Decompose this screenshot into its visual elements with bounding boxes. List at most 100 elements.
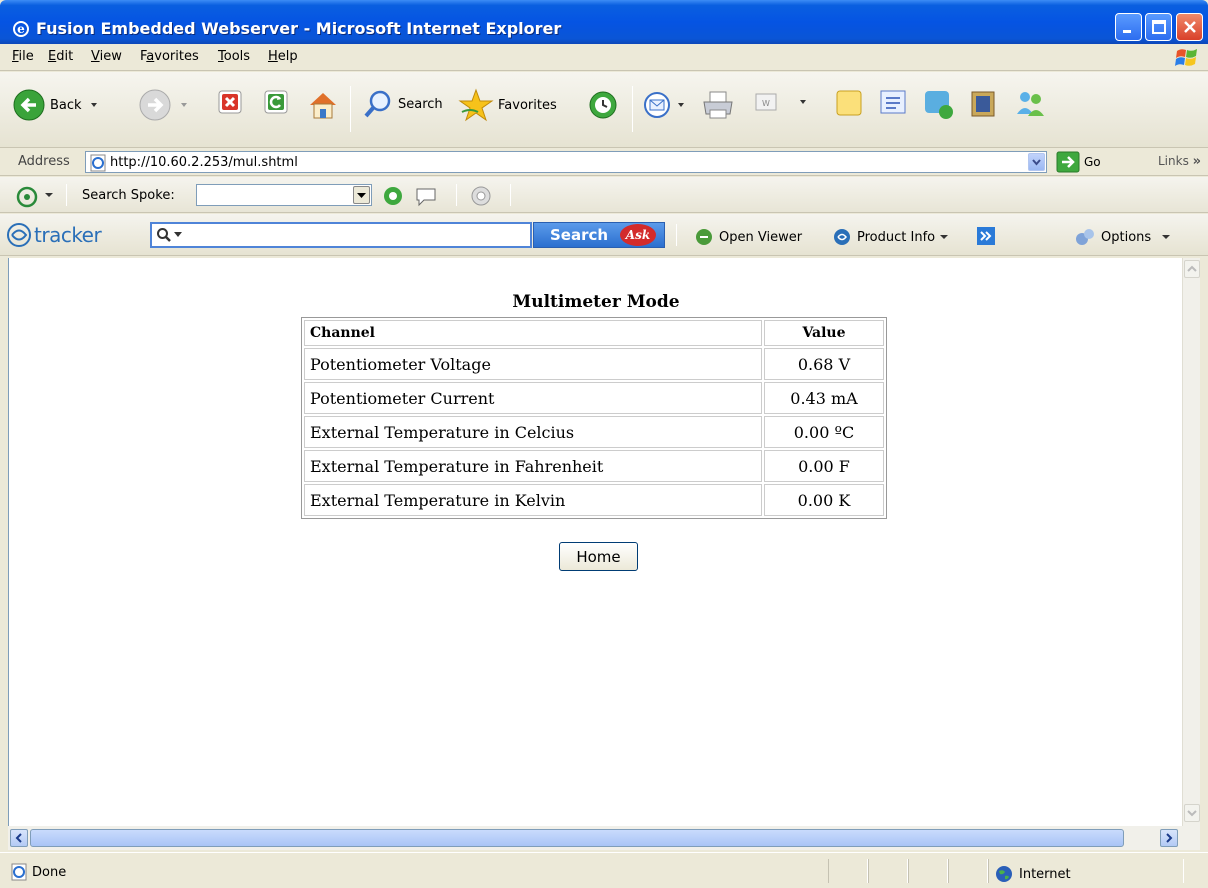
windows-flag-icon	[1175, 49, 1197, 66]
search-spoke-label: Search Spoke:	[82, 188, 175, 203]
chevron-down-icon	[1187, 810, 1197, 817]
horizontal-scrollbar[interactable]	[8, 826, 1200, 850]
history-button[interactable]	[586, 88, 620, 122]
back-button[interactable]: Back	[12, 88, 100, 122]
tracker-search-button[interactable]: Search Ask	[533, 222, 665, 248]
title-bar[interactable]: e Fusion Embedded Webserver - Microsoft …	[0, 0, 1208, 44]
address-bar: Address http://10.60.2.253/mul.shtml Go …	[0, 148, 1208, 176]
address-dropdown-button[interactable]	[1028, 153, 1045, 171]
double-chevron-right-icon	[977, 227, 995, 245]
stop-button[interactable]	[216, 88, 244, 116]
scroll-up-button[interactable]	[1184, 260, 1200, 278]
ask-logo: Ask	[620, 224, 656, 246]
page-title: Multimeter Mode	[512, 292, 680, 312]
toolbar-separator	[632, 86, 633, 132]
page-done-icon	[11, 863, 27, 881]
chevron-up-icon	[1187, 265, 1197, 272]
spoke-select-dropdown[interactable]	[353, 186, 370, 204]
svg-text:W: W	[762, 99, 770, 108]
spoke-dropdown-icon[interactable]	[44, 190, 54, 200]
search-dropdown-icon[interactable]	[174, 232, 182, 238]
tracker-search-input[interactable]	[150, 222, 532, 248]
zone-label: Internet	[1019, 866, 1071, 882]
status-text: Done	[32, 865, 67, 880]
multimeter-table: Channel Value Potentiometer Voltage 0.68…	[301, 317, 887, 519]
forward-dropdown-icon[interactable]	[178, 100, 190, 110]
menu-edit[interactable]: Edit	[48, 49, 73, 64]
home-icon	[310, 93, 336, 119]
minimize-button[interactable]	[1115, 13, 1142, 41]
favorites-toolbar-button[interactable]: Favorites	[458, 88, 557, 122]
links-button[interactable]: Links »	[1158, 154, 1201, 169]
value-cell: 0.43 mA	[764, 382, 884, 414]
refresh-button[interactable]	[262, 88, 290, 116]
options-button[interactable]: Options	[1074, 227, 1171, 247]
chevron-down-icon	[1162, 235, 1171, 239]
chevron-down-icon	[357, 193, 366, 198]
back-dropdown-icon[interactable]	[88, 100, 100, 110]
research-button[interactable]	[878, 88, 910, 118]
menu-help[interactable]: Help	[268, 49, 298, 64]
spoke-logo-icon[interactable]	[16, 186, 38, 208]
tracker-logo-text: tracker	[34, 223, 102, 247]
menu-view[interactable]: View	[91, 49, 122, 64]
value-cell: 0.00 K	[764, 484, 884, 516]
table-row: External Temperature in Fahrenheit 0.00 …	[304, 450, 884, 482]
product-info-button[interactable]: Product Info	[832, 227, 949, 247]
scroll-down-button[interactable]	[1184, 804, 1200, 822]
options-gear-icon	[1076, 229, 1094, 245]
mail-button[interactable]	[642, 88, 686, 122]
tracker-globe-icon	[7, 223, 31, 247]
menu-tools[interactable]: Tools	[218, 49, 250, 64]
stop-icon	[218, 90, 242, 114]
channel-cell: Potentiometer Voltage	[304, 348, 762, 380]
research-icon	[880, 90, 906, 114]
security-zone: Internet	[995, 865, 1071, 883]
messenger-button[interactable]	[922, 88, 956, 120]
scroll-left-button[interactable]	[10, 829, 28, 847]
print-button[interactable]	[700, 88, 736, 122]
home-toolbar-button[interactable]	[306, 88, 340, 122]
spoke-settings-icon[interactable]	[470, 185, 492, 207]
svg-text:e: e	[17, 22, 25, 36]
maximize-icon	[1152, 20, 1166, 34]
address-url: http://10.60.2.253/mul.shtml	[110, 155, 298, 170]
maximize-button[interactable]	[1145, 13, 1172, 41]
spoke-globe-icon[interactable]	[382, 185, 404, 207]
go-button[interactable]: Go	[1056, 151, 1101, 173]
spoke-chat-icon[interactable]	[414, 185, 438, 207]
menu-file[interactable]: File	[12, 49, 34, 64]
table-header-row: Channel Value	[304, 320, 884, 346]
horizontal-scroll-thumb[interactable]	[30, 829, 1124, 847]
edit-button[interactable]: W	[752, 88, 808, 116]
people-button[interactable]	[1014, 88, 1048, 120]
address-input[interactable]: http://10.60.2.253/mul.shtml	[85, 151, 1047, 173]
search-spoke-select[interactable]	[196, 184, 372, 206]
scroll-right-button[interactable]	[1160, 829, 1178, 847]
toolbar-separator	[456, 184, 457, 206]
channel-cell: Potentiometer Current	[304, 382, 762, 414]
table-row: External Temperature in Celcius 0.00 ºC	[304, 416, 884, 448]
status-panel	[868, 859, 908, 883]
tracker-logo[interactable]: tracker	[6, 222, 102, 248]
menu-favorites[interactable]: Favorites	[140, 49, 199, 64]
table-row: Potentiometer Voltage 0.68 V	[304, 348, 884, 380]
refresh-icon	[264, 90, 288, 114]
home-button[interactable]: Home	[559, 542, 638, 571]
product-info-icon	[834, 229, 850, 245]
search-toolbar-button[interactable]: Search	[362, 88, 443, 120]
more-tools-button[interactable]	[976, 226, 996, 246]
open-viewer-button[interactable]: Open Viewer	[694, 227, 802, 247]
status-panel	[828, 859, 868, 883]
favorites-star-icon	[458, 88, 494, 122]
vertical-scrollbar[interactable]	[1182, 258, 1200, 826]
forward-button[interactable]	[138, 88, 190, 122]
edit-page-icon: W	[755, 93, 777, 111]
discuss-button[interactable]	[834, 88, 864, 118]
close-button[interactable]	[1176, 13, 1203, 41]
edit-dropdown-icon[interactable]	[798, 97, 808, 107]
column-header-channel: Channel	[304, 320, 762, 346]
media-button[interactable]	[968, 88, 1000, 120]
chevron-left-icon	[15, 833, 22, 843]
mail-dropdown-icon[interactable]	[676, 100, 686, 110]
